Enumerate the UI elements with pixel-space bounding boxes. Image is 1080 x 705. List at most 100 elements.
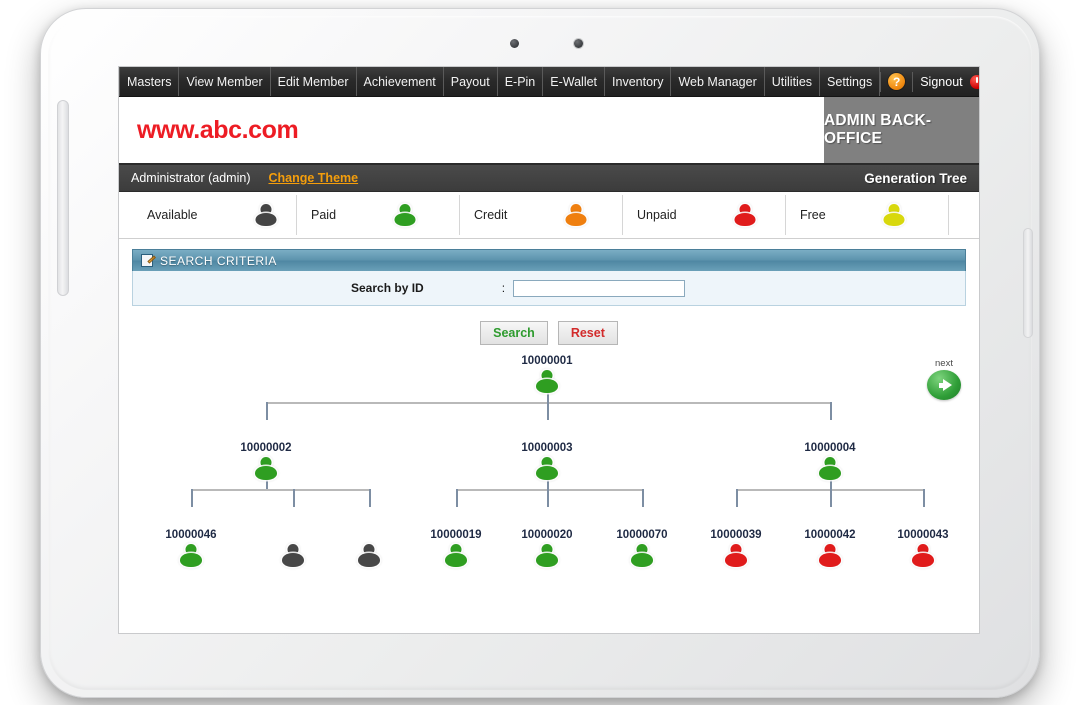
nav-item-masters[interactable]: Masters xyxy=(119,67,179,96)
tree-node-10000039[interactable]: 10000039 xyxy=(696,529,776,567)
nav-item-e-pin[interactable]: E-Pin xyxy=(498,67,544,96)
search-id-input[interactable] xyxy=(513,280,685,297)
legend-label: Unpaid xyxy=(637,208,677,222)
tree-connector-vertical xyxy=(191,489,193,507)
tree-node-10000020[interactable]: 10000020 xyxy=(507,529,587,567)
tree-node-empty[interactable]: . xyxy=(253,529,333,567)
main-navigation-bar: Masters View Member Edit Member Achievem… xyxy=(119,67,979,97)
legend-item-free: Free xyxy=(785,195,948,235)
person-icon-available xyxy=(256,204,277,226)
person-icon-paid[interactable] xyxy=(536,457,558,480)
nav-right-group: ? Signout xyxy=(880,67,980,96)
tree-connector-vertical xyxy=(547,489,549,507)
nav-label: Achievement xyxy=(364,75,436,89)
nav-item-edit-member[interactable]: Edit Member xyxy=(271,67,357,96)
page-title: Generation Tree xyxy=(864,171,967,186)
browser-screen: Masters View Member Edit Member Achievem… xyxy=(118,66,980,634)
nav-item-settings[interactable]: Settings xyxy=(820,67,880,96)
nav-item-utilities[interactable]: Utilities xyxy=(765,67,820,96)
status-legend: Available Paid Credit Unpaid Free xyxy=(119,192,979,239)
legend-divider xyxy=(948,195,949,235)
nav-item-view-member[interactable]: View Member xyxy=(179,67,270,96)
tree-node-10000046[interactable]: 10000046 xyxy=(151,529,231,567)
person-icon-unpaid[interactable] xyxy=(912,544,934,567)
help-icon[interactable]: ? xyxy=(888,73,905,90)
site-logo[interactable]: www.abc.com xyxy=(137,116,298,145)
reset-button[interactable]: Reset xyxy=(558,321,618,345)
search-button[interactable]: Search xyxy=(480,321,548,345)
ambient-sensor-icon xyxy=(510,39,519,48)
signout-button[interactable]: Signout xyxy=(920,75,962,89)
tree-node-10000004[interactable]: 10000004 xyxy=(790,442,870,480)
tree-connector-vertical xyxy=(830,402,832,420)
nav-label: Inventory xyxy=(612,75,663,89)
search-panel-body: Search by ID : xyxy=(132,271,966,306)
person-icon-unpaid xyxy=(735,204,756,226)
nav-divider xyxy=(912,72,913,92)
person-icon-unpaid[interactable] xyxy=(819,544,841,567)
nav-label: Utilities xyxy=(772,75,812,89)
front-camera-icon xyxy=(574,39,583,48)
tree-node-10000003[interactable]: 10000003 xyxy=(507,442,587,480)
tree-node-empty[interactable]: . xyxy=(329,529,409,567)
tree-node-id: 10000001 xyxy=(521,355,572,367)
tree-node-10000043[interactable]: 10000043 xyxy=(883,529,963,567)
person-icon-paid[interactable] xyxy=(445,544,467,567)
generation-tree: 10000001 10000002 10000003 10000004 10000046… xyxy=(119,345,979,587)
tree-node-10000002[interactable]: 10000002 xyxy=(226,442,306,480)
tree-connector-vertical xyxy=(369,489,371,507)
legend-item-credit: Credit xyxy=(459,195,622,235)
tree-connector-vertical xyxy=(547,402,549,420)
legend-label: Credit xyxy=(474,208,507,222)
tablet-side-button-right[interactable] xyxy=(1023,228,1033,338)
search-panel-header: SEARCH CRITERIA xyxy=(132,249,966,271)
person-icon-paid[interactable] xyxy=(819,457,841,480)
search-row: Search by ID : xyxy=(133,280,965,297)
tablet-side-button-left[interactable] xyxy=(57,100,69,296)
nav-label: Settings xyxy=(827,75,872,89)
tree-connector-vertical xyxy=(456,489,458,507)
person-icon-paid[interactable] xyxy=(180,544,202,567)
nav-item-achievement[interactable]: Achievement xyxy=(357,67,444,96)
brand-header: www.abc.com ADMIN BACK-OFFICE xyxy=(119,97,979,165)
nav-item-inventory[interactable]: Inventory xyxy=(605,67,671,96)
tree-node-id: 10000046 xyxy=(165,529,216,541)
legend-label: Available xyxy=(147,208,198,222)
tree-node-10000019[interactable]: 10000019 xyxy=(416,529,496,567)
nav-label: Payout xyxy=(451,75,490,89)
tree-node-id: 10000003 xyxy=(521,442,572,454)
nav-label: Masters xyxy=(127,75,171,89)
legend-item-available: Available xyxy=(133,195,296,235)
nav-item-web-manager[interactable]: Web Manager xyxy=(671,67,764,96)
power-icon[interactable] xyxy=(970,75,980,89)
nav-item-e-wallet[interactable]: E-Wallet xyxy=(543,67,605,96)
tree-node-id: 10000043 xyxy=(897,529,948,541)
person-icon-available[interactable] xyxy=(282,544,304,567)
person-icon-available[interactable] xyxy=(358,544,380,567)
tree-node-10000001[interactable]: 10000001 xyxy=(507,355,587,393)
edit-document-icon xyxy=(141,254,154,267)
person-icon-paid[interactable] xyxy=(536,370,558,393)
person-icon-free xyxy=(884,204,905,226)
person-icon-paid xyxy=(394,204,415,226)
person-icon-credit xyxy=(565,204,586,226)
nav-divider xyxy=(880,72,881,92)
tree-node-id: 10000004 xyxy=(804,442,855,454)
change-theme-link[interactable]: Change Theme xyxy=(268,171,358,185)
search-panel: SEARCH CRITERIA Search by ID : Search Re… xyxy=(119,239,979,345)
tree-connector-vertical xyxy=(923,489,925,507)
person-icon-paid[interactable] xyxy=(631,544,653,567)
search-panel-title: SEARCH CRITERIA xyxy=(160,254,277,268)
screenshot-stage: Masters View Member Edit Member Achievem… xyxy=(0,0,1080,705)
tree-connector-vertical xyxy=(642,489,644,507)
tree-node-10000042[interactable]: 10000042 xyxy=(790,529,870,567)
nav-item-payout[interactable]: Payout xyxy=(444,67,498,96)
person-icon-paid[interactable] xyxy=(536,544,558,567)
tree-node-id: 10000020 xyxy=(521,529,572,541)
person-icon-unpaid[interactable] xyxy=(725,544,747,567)
tree-connector-vertical xyxy=(266,402,268,420)
tree-node-10000070[interactable]: 10000070 xyxy=(602,529,682,567)
tree-node-id: 10000042 xyxy=(804,529,855,541)
person-icon-paid[interactable] xyxy=(255,457,277,480)
legend-label: Free xyxy=(800,208,826,222)
